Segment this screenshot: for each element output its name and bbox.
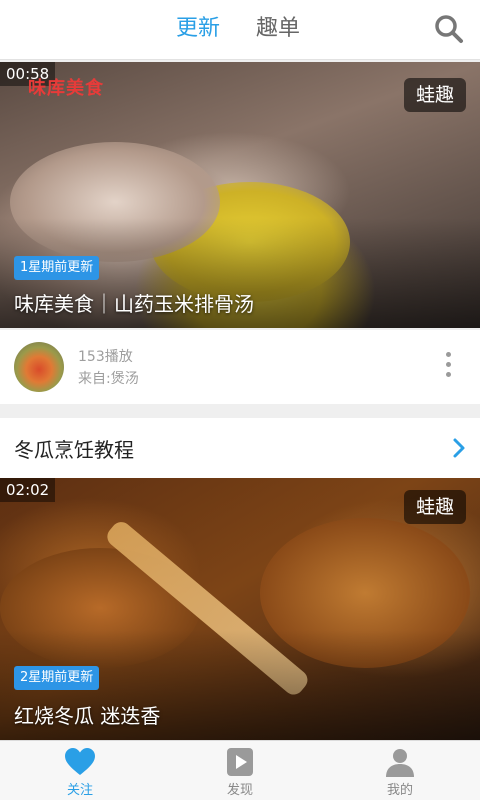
- play-count: 153播放: [78, 349, 133, 365]
- nav-mine[interactable]: 我的: [360, 747, 440, 798]
- duration-badge: 02:02: [0, 478, 56, 502]
- avatar[interactable]: [14, 342, 64, 392]
- video-title: 红烧冬瓜 迷迭香: [14, 704, 161, 728]
- heart-icon: [65, 748, 95, 775]
- video-thumbnail-2[interactable]: 02:02 蛙趣 2星期前更新 红烧冬瓜 迷迭香: [0, 478, 480, 740]
- chevron-right-icon[interactable]: [452, 437, 466, 459]
- video-thumbnail-1[interactable]: 00:58 味库美食 蛙趣 1星期前更新 味库美食｜山药玉米排骨汤: [0, 62, 480, 328]
- update-badge: 1星期前更新: [14, 256, 100, 280]
- update-badge: 2星期前更新: [14, 666, 100, 690]
- tab-fun-lists[interactable]: 趣单: [256, 14, 300, 44]
- section-header[interactable]: 冬瓜烹饪教程: [0, 418, 480, 478]
- source-label: 来自:煲汤: [78, 371, 139, 387]
- channel-badge: 蛙趣: [404, 490, 466, 524]
- search-icon[interactable]: [434, 14, 464, 44]
- person-icon: [386, 749, 414, 777]
- nav-follow[interactable]: 关注: [40, 747, 120, 798]
- nav-label-follow: 关注: [66, 783, 93, 798]
- nav-label-mine: 我的: [386, 783, 413, 798]
- video-info-row: 153播放 来自:煲汤: [0, 330, 480, 404]
- bottom-nav: 关注 发现 我的: [0, 740, 480, 800]
- nav-label-discover: 发现: [226, 783, 253, 798]
- video-title: 味库美食｜山药玉米排骨汤: [14, 292, 254, 316]
- channel-badge: 蛙趣: [404, 78, 466, 112]
- play-icon: [227, 748, 253, 776]
- section-title: 冬瓜烹饪教程: [14, 438, 134, 462]
- tab-updates[interactable]: 更新: [176, 14, 220, 44]
- nav-discover[interactable]: 发现: [200, 747, 280, 798]
- brand-logo: 味库美食: [28, 78, 104, 99]
- more-options-icon[interactable]: [442, 352, 454, 382]
- top-bar: 更新 趣单: [0, 0, 480, 60]
